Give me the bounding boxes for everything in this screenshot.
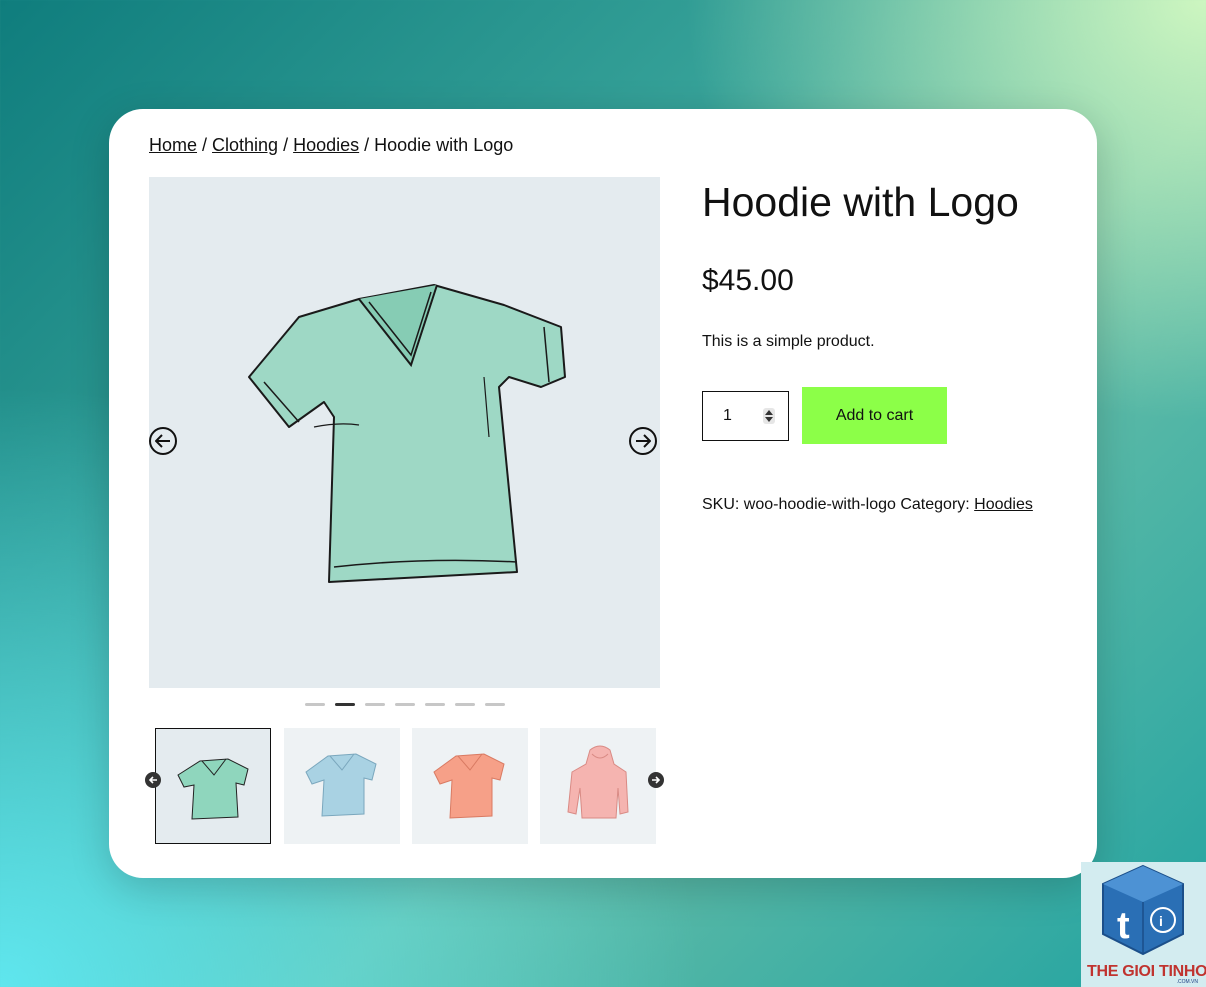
pagination-dot[interactable] [485, 703, 505, 706]
category-link[interactable]: Hoodies [974, 496, 1033, 513]
tshirt-icon [305, 753, 377, 817]
tshirt-illustration [248, 284, 566, 583]
arrow-left-icon [155, 434, 170, 448]
thumbnail-green-tshirt[interactable] [155, 728, 271, 844]
sku-label: SKU: [702, 496, 740, 513]
quantity-stepper[interactable]: 1 [702, 391, 789, 441]
prev-image-button[interactable] [149, 427, 177, 455]
breadcrumb-clothing[interactable]: Clothing [212, 135, 278, 155]
breadcrumb-current: / Hoodie with Logo [359, 135, 514, 155]
thumbnail-next-button[interactable] [648, 772, 664, 788]
watermark-logo: t i THE GIOI TINHOC .COM.VN [1081, 862, 1206, 987]
pagination-dot[interactable] [395, 703, 415, 706]
breadcrumb-sep: / [197, 135, 213, 155]
thumbnail-blue-tshirt[interactable] [284, 728, 400, 844]
gallery-pagination [305, 703, 505, 706]
product-meta: SKU: woo-hoodie-with-logo Category: Hood… [702, 496, 1033, 514]
cube-logo-icon: t i [1102, 864, 1184, 956]
chevron-right-icon [652, 776, 661, 784]
tshirt-icon [177, 758, 249, 820]
breadcrumb-hoodies[interactable]: Hoodies [293, 135, 359, 155]
tshirt-icon [433, 753, 505, 819]
thumbnail-prev-button[interactable] [145, 772, 161, 788]
pagination-dot-active[interactable] [335, 703, 355, 706]
pagination-dot[interactable] [365, 703, 385, 706]
quantity-value[interactable]: 1 [723, 407, 763, 425]
product-title: Hoodie with Logo [702, 179, 1019, 225]
product-description: This is a simple product. [702, 333, 875, 350]
chevron-left-icon [148, 776, 157, 784]
sku-value: woo-hoodie-with-logo [743, 496, 896, 513]
arrow-right-icon [636, 434, 651, 448]
main-product-image [149, 177, 660, 688]
watermark-domain-text: .COM.VN [1176, 979, 1198, 985]
category-label: Category: [900, 496, 970, 513]
next-image-button[interactable] [629, 427, 657, 455]
spinner-up-icon[interactable] [765, 410, 773, 415]
thumbnail-strip [145, 728, 664, 845]
pagination-dot[interactable] [305, 703, 325, 706]
product-card: Home / Clothing / Hoodies / Hoodie with … [109, 109, 1097, 878]
svg-text:i: i [1159, 913, 1163, 929]
hoodie-icon [567, 745, 629, 819]
breadcrumb: Home / Clothing / Hoodies / Hoodie with … [149, 135, 513, 156]
breadcrumb-sep: / [278, 135, 294, 155]
thumbnail-pink-hoodie[interactable] [540, 728, 656, 844]
breadcrumb-home[interactable]: Home [149, 135, 197, 155]
thumbnail-orange-tshirt[interactable] [412, 728, 528, 844]
quantity-spinner[interactable] [763, 408, 775, 424]
spinner-down-icon[interactable] [765, 417, 773, 422]
product-price: $45.00 [702, 264, 794, 297]
pagination-dot[interactable] [425, 703, 445, 706]
pagination-dot[interactable] [455, 703, 475, 706]
add-to-cart-button[interactable]: Add to cart [802, 387, 947, 444]
svg-text:t: t [1117, 905, 1130, 947]
